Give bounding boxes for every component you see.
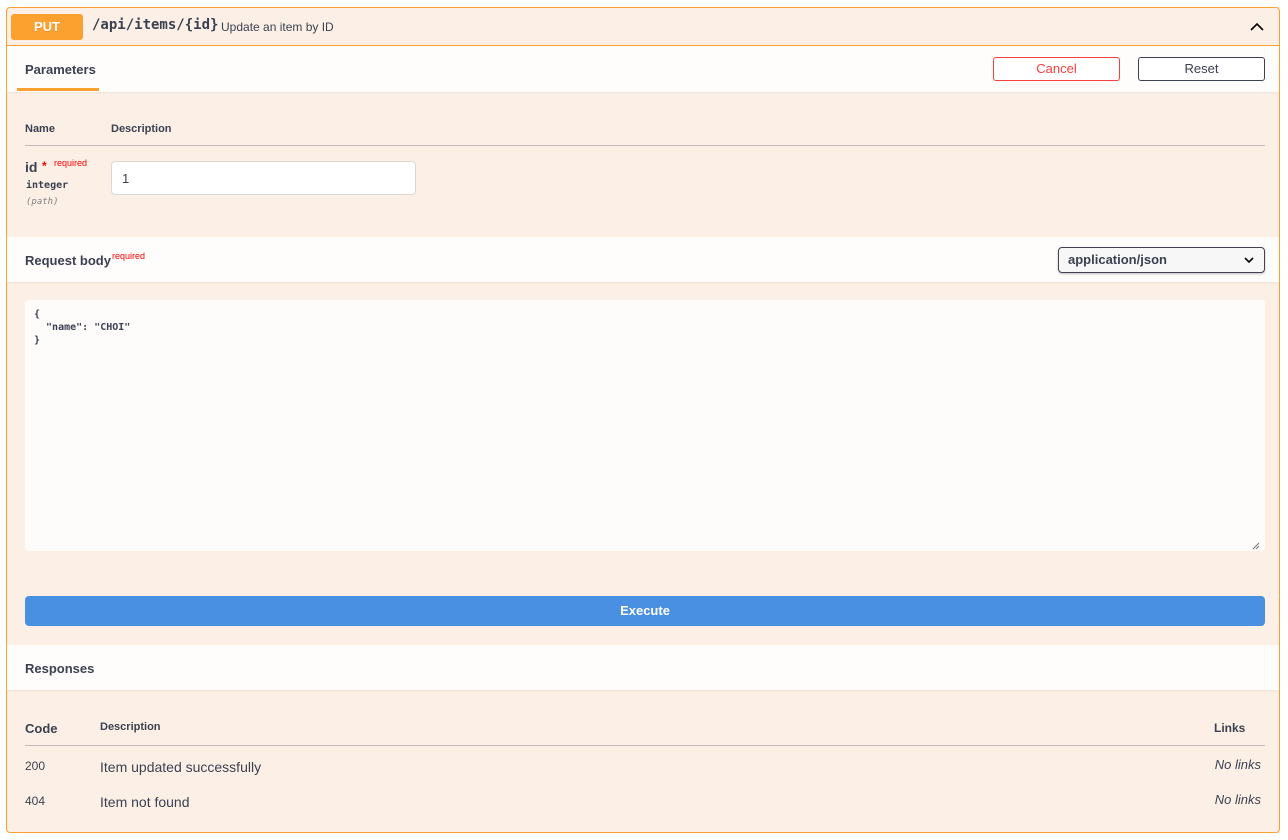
operation-path: /api/items/{id} xyxy=(92,17,219,33)
param-type: integer xyxy=(26,180,69,191)
operation-summary-text: Update an item by ID xyxy=(221,20,334,34)
required-star: * xyxy=(42,159,47,173)
content-type-value: application/json xyxy=(1068,252,1167,267)
response-code: 200 xyxy=(25,759,46,773)
response-description: Item not found xyxy=(100,794,190,810)
request-body-title: Request body xyxy=(25,253,111,268)
tab-active-indicator xyxy=(17,88,99,91)
responses-title: Responses xyxy=(25,661,95,676)
reset-button[interactable]: Reset xyxy=(1138,57,1265,81)
method-badge: PUT xyxy=(11,14,83,40)
param-col-description: Description xyxy=(111,123,172,135)
response-col-code: Code xyxy=(25,721,58,736)
response-code: 404 xyxy=(25,794,46,808)
param-required-label: required xyxy=(54,158,88,168)
response-links: No links xyxy=(1214,757,1261,772)
content-type-select[interactable]: application/json xyxy=(1058,247,1265,273)
param-table-divider xyxy=(25,145,1265,146)
operation-summary[interactable]: PUT /api/items/{id} Update an item by ID xyxy=(7,8,1279,46)
operation-block-put: PUT /api/items/{id} Update an item by ID… xyxy=(6,7,1280,833)
cancel-button[interactable]: Cancel xyxy=(993,57,1120,81)
param-name: id xyxy=(25,159,38,175)
param-location: (path) xyxy=(26,197,59,207)
response-col-links: Links xyxy=(1214,721,1246,735)
chevron-down-icon xyxy=(1244,257,1254,264)
response-links: No links xyxy=(1214,792,1261,807)
chevron-up-icon[interactable] xyxy=(1249,19,1265,35)
request-body-editor[interactable]: { "name": "CHOI" } xyxy=(25,300,1265,551)
param-col-name: Name xyxy=(25,123,55,135)
execute-button[interactable]: Execute xyxy=(25,596,1265,626)
id-input[interactable] xyxy=(111,161,416,195)
parameters-header: Parameters Cancel Reset xyxy=(7,46,1279,92)
responses-header: Responses xyxy=(7,645,1279,690)
response-col-description: Description xyxy=(100,721,161,733)
request-body-required-label: required xyxy=(112,251,146,261)
response-description: Item updated successfully xyxy=(100,759,262,775)
tab-parameters[interactable]: Parameters xyxy=(25,62,96,77)
resize-handle-icon[interactable] xyxy=(1250,540,1260,550)
response-table-divider xyxy=(25,745,1265,746)
request-body-header: Request body required application/json xyxy=(7,237,1279,282)
